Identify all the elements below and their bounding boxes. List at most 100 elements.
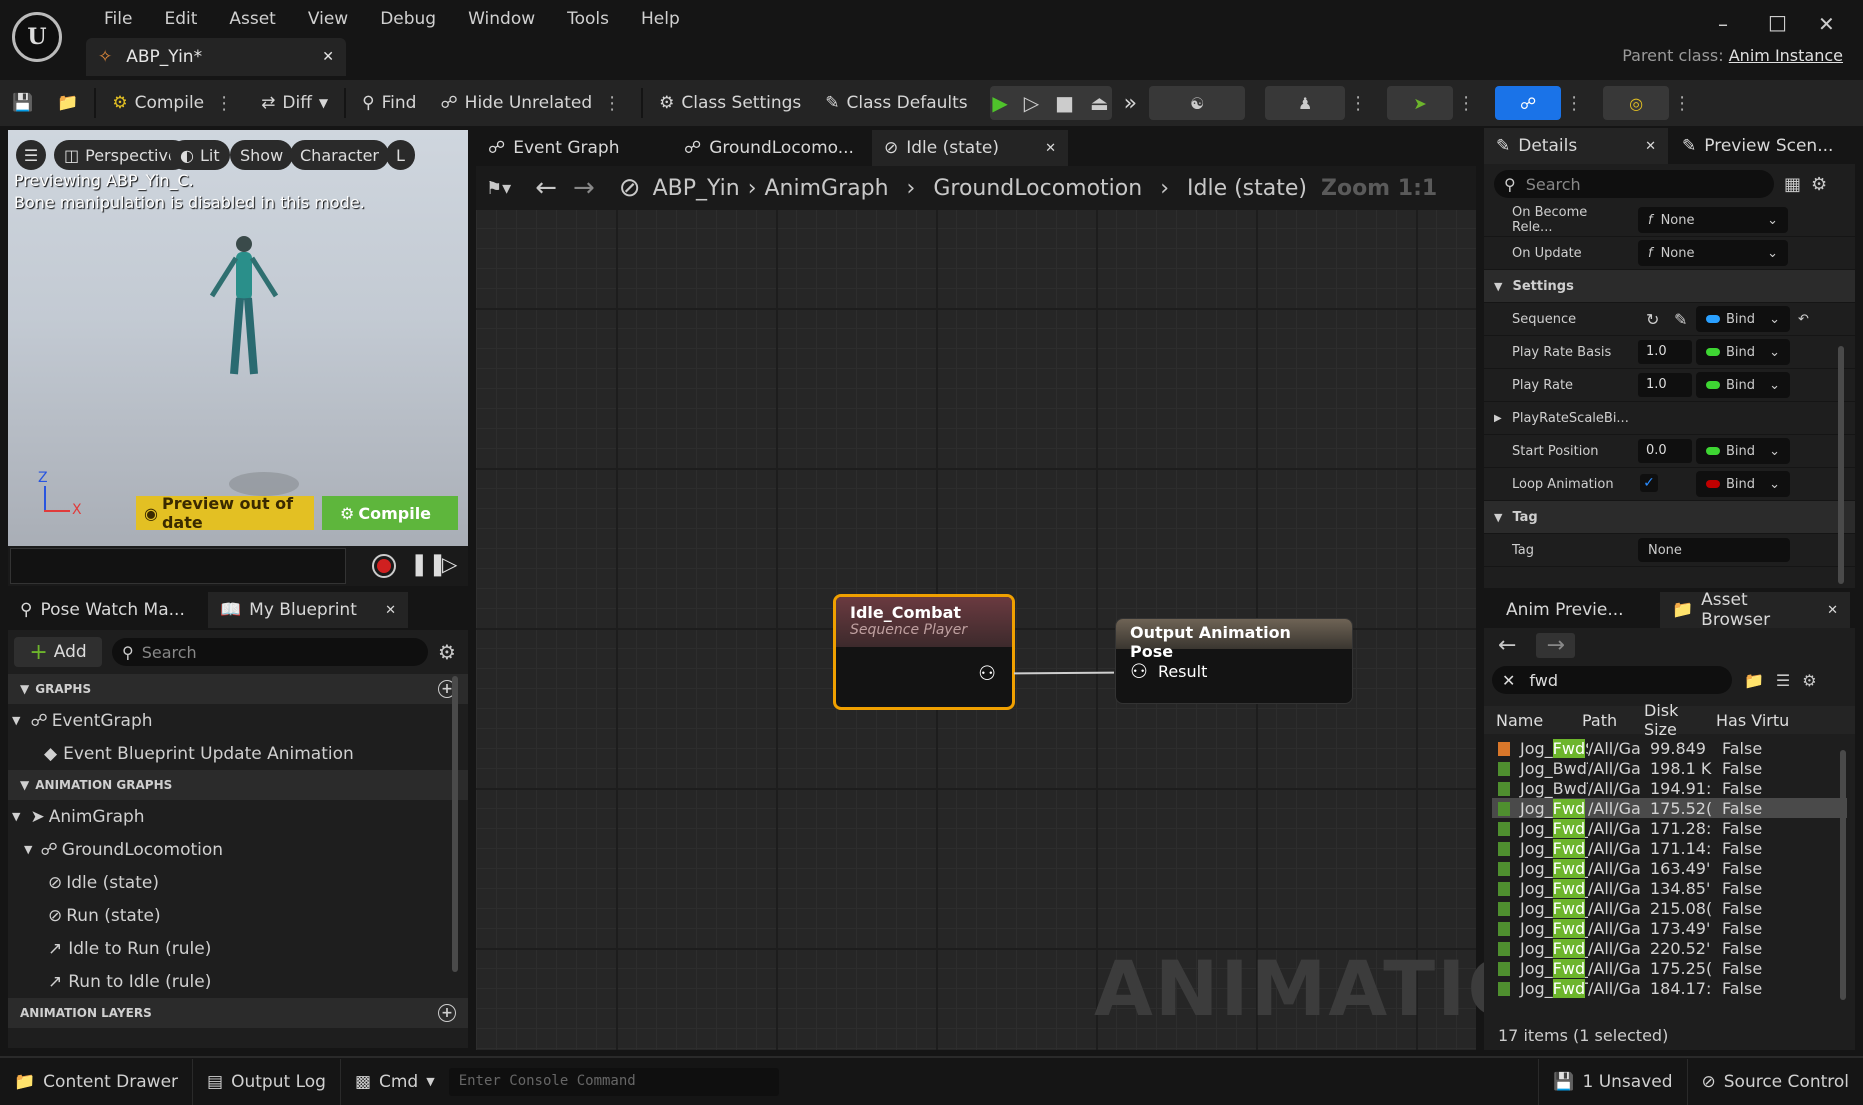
tab-pose-watch[interactable]: ⚲ Pose Watch Ma... [8, 592, 197, 628]
tree-item-groundlocomotion[interactable]: ▼ ☍ GroundLocomotion [8, 833, 468, 866]
close-tab-icon[interactable]: ✕ [1045, 141, 1056, 156]
asset-row[interactable]: Jog_Fwd_U/All/Ga 175.25(False [1492, 958, 1847, 978]
filter-icon[interactable]: ☰ [1776, 671, 1790, 690]
start-position-input[interactable]: 0.0 [1638, 439, 1692, 463]
skeleton-mode-button[interactable]: ☯ [1149, 86, 1246, 120]
loop-animation-bind[interactable]: Bind ⌄ [1696, 471, 1790, 497]
add-button[interactable]: + Add [14, 637, 102, 667]
asset-row[interactable]: Jog_BwdTo/All/Ga 194.91: False [1492, 778, 1847, 798]
back-arrow-icon[interactable]: ← [1498, 633, 1516, 658]
animation-mode-button[interactable]: ➤ [1387, 86, 1454, 120]
asset-row[interactable]: Jog_Fwd_C/All/Ga 171.28: False [1492, 818, 1847, 838]
hide-unrelated-button[interactable]: ☍ Hide Unrelated ⋮ [428, 80, 637, 126]
save-button[interactable]: 💾 [0, 80, 45, 126]
settings-gear-icon[interactable]: ⚙ [438, 640, 456, 664]
asset-row[interactable]: Jog_Fwd_D/All/Ga 134.85' False [1492, 878, 1847, 898]
blueprint-search-input[interactable]: ⚲ Search [112, 638, 428, 666]
menu-view[interactable]: View [292, 8, 364, 30]
play-rate-basis-bind[interactable]: Bind ⌄ [1696, 339, 1790, 365]
settings-gear-icon[interactable]: ⚙ [1802, 671, 1816, 690]
animation-graphs-section[interactable]: ▼ ANIMATION GRAPHS [8, 770, 468, 800]
more-options-icon[interactable]: ⋮ [1669, 93, 1695, 114]
tag-input[interactable]: None [1638, 538, 1790, 562]
close-window-icon[interactable]: ✕ [1818, 12, 1835, 36]
tree-scrollbar[interactable] [452, 676, 458, 972]
tab-anim-preview[interactable]: Anim Previe... [1494, 592, 1636, 628]
lit-button[interactable]: ◐ Lit [170, 140, 230, 170]
details-search-input[interactable]: ⚲ Search [1494, 170, 1774, 198]
asset-search-input[interactable]: ✕ fwd [1492, 666, 1732, 694]
play-rate-basis-input[interactable]: 1.0 [1638, 340, 1692, 364]
browse-button[interactable]: 📁 [45, 80, 90, 126]
close-tab-icon[interactable]: ✕ [385, 603, 396, 618]
show-button[interactable]: Show [230, 140, 294, 170]
tree-item-eventgraph[interactable]: ▼ ☍ EventGraph [8, 704, 468, 737]
column-disk-size[interactable]: Disk Size [1644, 701, 1716, 739]
unsaved-button[interactable]: 💾 1 Unsaved [1538, 1058, 1688, 1105]
step-icon[interactable]: ▷ [1024, 91, 1039, 115]
settings-gear-icon[interactable]: ⚙ [1811, 174, 1827, 195]
tag-category[interactable]: ▼ Tag [1484, 501, 1855, 534]
tree-item-idle-to-run[interactable]: ↗ Idle to Run (rule) [8, 932, 468, 965]
document-tab[interactable]: ✧ ABP_Yin* ✕ [86, 38, 346, 76]
viewport[interactable]: ☰ ◫ Perspective ◐ Lit Show Character L Pre… [8, 130, 468, 546]
expand-toolbar-icon[interactable]: » [1112, 80, 1149, 126]
console-command-input[interactable]: Enter Console Command [448, 1067, 779, 1096]
breadcrumb-root[interactable]: ABP_Yin [653, 176, 740, 201]
more-options-icon[interactable]: ⋮ [1561, 93, 1587, 114]
viewport-compile-button[interactable]: ⚙ Compile [322, 496, 458, 530]
content-drawer-button[interactable]: 📁 Content Drawer [0, 1058, 194, 1105]
lod-button[interactable]: L [386, 140, 415, 170]
asset-row[interactable]: Jog_BwdTo/All/Ga 198.1 K False [1492, 758, 1847, 778]
tab-asset-browser[interactable]: 📁 Asset Browser ✕ [1660, 590, 1850, 630]
menu-file[interactable]: File [88, 8, 148, 30]
asset-row[interactable]: Jog_Fwd/All/Ga 175.52(False [1492, 798, 1847, 818]
asset-row[interactable]: Jog_Fwd_C/All/Ga 171.14: False [1492, 838, 1847, 858]
output-log-button[interactable]: ▤ Output Log [193, 1058, 341, 1105]
column-has-virtual[interactable]: Has Virtu [1716, 711, 1796, 730]
asset-scrollbar[interactable] [1840, 750, 1846, 1000]
find-button[interactable]: ⚲ Find [350, 80, 428, 126]
browse-asset-icon[interactable]: ✎ [1674, 310, 1687, 329]
asset-row[interactable]: Jog_FwdTo/All/Ga 184.17: False [1492, 978, 1847, 998]
cmd-dropdown[interactable]: ▩ Cmd ▼ [341, 1059, 449, 1105]
asset-row[interactable]: Jog_Fwd_S/All/Ga 220.52' False [1492, 938, 1847, 958]
mesh-mode-button[interactable]: ♟ [1265, 86, 1346, 120]
diff-button[interactable]: ⇄ Diff ▼ [249, 80, 340, 126]
compile-options-icon[interactable]: ⋮ [211, 93, 237, 114]
column-name[interactable]: Name [1484, 711, 1582, 730]
class-settings-button[interactable]: ⚙ Class Settings [647, 80, 813, 126]
tree-item-idle-state[interactable]: ⊘ Idle (state) [8, 866, 468, 899]
forward-arrow-icon[interactable]: → [1536, 632, 1575, 658]
table-view-icon[interactable]: ▦ [1784, 174, 1801, 195]
folder-icon[interactable]: 📁 [1744, 671, 1764, 690]
menu-tools[interactable]: Tools [551, 8, 625, 30]
back-arrow-icon[interactable]: ← [535, 173, 557, 203]
idle-combat-node[interactable]: Idle_Combat Sequence Player ⚇ [833, 594, 1015, 710]
timeline-scrubber[interactable] [10, 548, 346, 584]
compile-button[interactable]: ⚙ Compile ⋮ [100, 80, 249, 126]
tab-my-blueprint[interactable]: 📖 My Blueprint ✕ [208, 592, 408, 628]
source-control-button[interactable]: ⊘ Source Control [1688, 1059, 1863, 1105]
parent-class-link[interactable]: Anim Instance [1729, 46, 1843, 65]
close-tab-icon[interactable]: ✕ [322, 49, 334, 65]
graphs-section[interactable]: ▼ GRAPHS + [8, 674, 468, 704]
tree-item-animgraph[interactable]: ▼ ➤ AnimGraph [8, 800, 468, 833]
eject-icon[interactable]: ⏏ [1090, 91, 1109, 115]
play-rate-bind[interactable]: Bind ⌄ [1696, 372, 1790, 398]
viewport-menu-icon[interactable]: ☰ [16, 140, 46, 170]
more-options-icon[interactable]: ⋮ [1345, 93, 1371, 114]
tab-idle-state[interactable]: ⊘ Idle (state) ✕ [872, 130, 1068, 166]
record-button[interactable] [372, 554, 396, 578]
asset-row[interactable]: Jog_FwdSlo|/All/Ga 99.849 False [1492, 738, 1847, 758]
tab-groundlocomotion[interactable]: ☍ GroundLocomo... [672, 130, 866, 166]
asset-row[interactable]: Jog_Fwd_S/All/Ga 173.49' False [1492, 918, 1847, 938]
breadcrumb-animgraph[interactable]: AnimGraph [765, 176, 889, 201]
unreal-logo-icon[interactable]: U [12, 12, 62, 62]
output-animation-pose-node[interactable]: Output Animation Pose ⚇ Result [1115, 618, 1353, 704]
asset-row[interactable]: Jog_Fwd_C/All/Ga 163.49' False [1492, 858, 1847, 878]
add-layer-icon[interactable]: + [438, 1004, 456, 1022]
tab-preview-scene[interactable]: ✎ Preview Scen... [1670, 128, 1845, 164]
step-forward-icon[interactable]: ▷ [442, 552, 457, 576]
start-position-bind[interactable]: Bind ⌄ [1696, 438, 1790, 464]
